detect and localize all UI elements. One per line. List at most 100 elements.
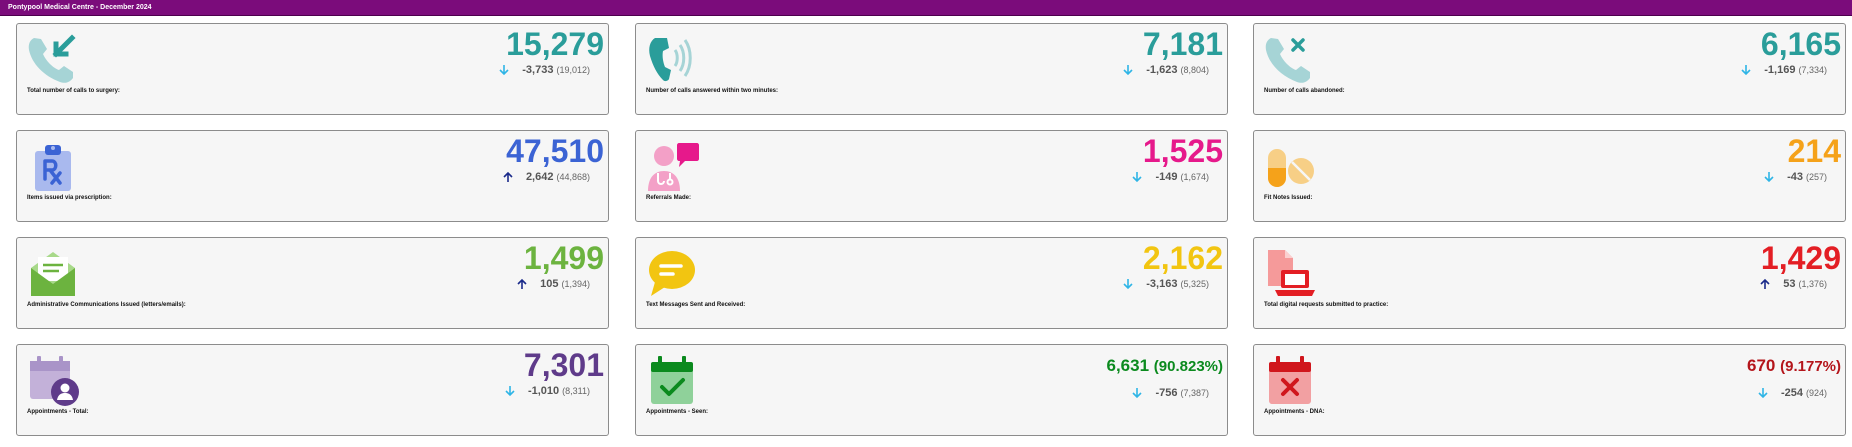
metric-percentage: (9.177%) — [1780, 358, 1841, 375]
metric-value: 214 — [1787, 133, 1841, 169]
metric-label: Total number of calls to surgery: — [27, 88, 120, 94]
metric-previous: (8,311) — [562, 386, 590, 396]
calendar-cross-icon — [1263, 353, 1317, 407]
metric-previous: (1,394) — [561, 279, 590, 289]
arrow-down-icon — [1764, 172, 1774, 183]
card-text-messages: 2,162 -3,163 (5,325) Text Messages Sent … — [635, 237, 1228, 329]
card-appointments-seen: 6,631 (90.823%) -756 (7,387) Appointment… — [635, 344, 1228, 436]
metric-value: 15,279 — [506, 26, 604, 62]
laptop-document-icon — [1263, 246, 1317, 300]
card-referrals: 1,525 -149 (1,674) Referrals Made: — [635, 130, 1228, 222]
arrow-up-icon — [503, 171, 513, 182]
metric-value: 2,162 — [1142, 240, 1223, 276]
metric-delta: 2,642 — [525, 171, 554, 183]
phone-missed-icon — [1263, 32, 1317, 86]
metric-label: Appointments - DNA: — [1264, 409, 1325, 415]
metric-delta: -3,733 — [522, 64, 554, 76]
metric-previous: (1,674) — [1180, 172, 1209, 182]
metric-previous: (7,387) — [1180, 388, 1209, 398]
metric-label: Number of calls answered within two minu… — [646, 88, 779, 94]
metric-change: -254 (924) — [1757, 387, 1827, 399]
metric-label: Appointments - Seen: — [646, 409, 709, 415]
metric-label: Number of calls abandoned: — [1264, 88, 1345, 94]
metric-change: 2,642 (44,868) — [502, 171, 590, 183]
arrow-down-icon — [1123, 65, 1133, 76]
phone-ringing-icon — [645, 32, 699, 86]
metric-change: 53 (1,376) — [1759, 278, 1827, 290]
metric-previous: (8,804) — [1180, 65, 1209, 75]
card-total-calls: 15,279 -3,733 (19,012) Total number of c… — [16, 23, 609, 115]
metric-value: 1,429 — [1760, 240, 1841, 276]
arrow-down-icon — [1758, 388, 1768, 399]
metric-value-number: 6,631 — [1106, 356, 1150, 375]
prescription-clipboard-icon — [26, 139, 80, 193]
arrow-down-icon — [505, 386, 515, 397]
card-calls-abandoned: 6,165 -1,169 (7,334) Number of calls aba… — [1253, 23, 1846, 115]
metric-change: -3,733 (19,012) — [498, 64, 590, 76]
card-appointments-dna: 670 (9.177%) -254 (924) Appointments - D… — [1253, 344, 1846, 436]
metric-previous: (44,868) — [556, 172, 590, 182]
pills-icon — [1263, 139, 1317, 193]
metric-previous: (1,376) — [1798, 279, 1827, 289]
metric-label: Referrals Made: — [646, 195, 692, 201]
metric-change: -1,010 (8,311) — [504, 385, 590, 397]
metric-label: Fit Notes Issued: — [1264, 195, 1313, 201]
metric-value: 7,181 — [1142, 26, 1223, 62]
metric-delta: -1,623 — [1146, 64, 1178, 76]
metrics-grid: 15,279 -3,733 (19,012) Total number of c… — [0, 16, 1852, 447]
metric-value-number: 670 — [1747, 356, 1776, 375]
metric-delta: 53 — [1783, 278, 1796, 290]
card-admin-communications: 1,499 105 (1,394) Administrative Communi… — [16, 237, 609, 329]
arrow-down-icon — [499, 65, 509, 76]
phone-incoming-icon — [26, 32, 80, 86]
metric-delta: -756 — [1155, 387, 1178, 399]
metric-value: 47,510 — [506, 133, 604, 169]
dashboard-title-bar: Pontypool Medical Centre - December 2024 — [0, 0, 1852, 16]
metric-label: Total digital requests submitted to prac… — [1264, 302, 1389, 308]
arrow-up-icon — [517, 278, 527, 289]
metric-change: -1,169 (7,334) — [1740, 64, 1827, 76]
arrow-up-icon — [1760, 278, 1770, 289]
metric-change: -756 (7,387) — [1131, 387, 1209, 399]
metric-delta: -149 — [1155, 171, 1178, 183]
calendar-user-icon — [26, 353, 80, 407]
metric-previous: (19,012) — [556, 65, 590, 75]
metric-change: -149 (1,674) — [1131, 171, 1209, 183]
metric-delta: -254 — [1780, 387, 1803, 399]
metric-value: 1,499 — [523, 240, 604, 276]
metric-change: -43 (257) — [1763, 171, 1827, 183]
doctor-chat-icon — [645, 139, 699, 193]
card-calls-answered: 7,181 -1,623 (8,804) Number of calls ans… — [635, 23, 1228, 115]
metric-delta: -1,010 — [527, 385, 560, 397]
metric-value: 1,525 — [1142, 133, 1223, 169]
metric-label: Administrative Communications Issued (le… — [27, 302, 186, 308]
metric-value: 670 (9.177%) — [1747, 355, 1841, 378]
metric-percentage: (90.823%) — [1153, 358, 1223, 375]
arrow-down-icon — [1132, 388, 1143, 399]
metric-value: 7,301 — [523, 347, 604, 383]
arrow-down-icon — [1741, 65, 1751, 76]
metric-delta: -3,163 — [1146, 278, 1178, 290]
card-prescriptions: 47,510 2,642 (44,868) Items issued via p… — [16, 130, 609, 222]
chat-bubble-icon — [645, 246, 699, 300]
metric-label: Text Messages Sent and Received: — [646, 302, 746, 308]
metric-change: -3,163 (5,325) — [1122, 278, 1209, 290]
card-digital-requests: 1,429 53 (1,376) Total digital requests … — [1253, 237, 1846, 329]
metric-value: 6,631 (90.823%) — [1107, 355, 1224, 378]
metric-label: Appointments - Total: — [27, 409, 89, 415]
envelope-open-icon — [26, 246, 80, 300]
metric-previous: (7,334) — [1798, 65, 1827, 75]
card-fit-notes: 214 -43 (257) Fit Notes Issued: — [1253, 130, 1846, 222]
metric-previous: (924) — [1805, 388, 1827, 398]
metric-value: 6,165 — [1760, 26, 1841, 62]
metric-delta: 105 — [540, 278, 559, 290]
dashboard-title: Pontypool Medical Centre - December 2024 — [8, 4, 152, 11]
metric-delta: -43 — [1787, 171, 1803, 183]
metric-previous: (5,325) — [1180, 279, 1209, 289]
calendar-check-icon — [645, 353, 699, 407]
metric-change: 105 (1,394) — [516, 278, 590, 290]
arrow-down-icon — [1132, 172, 1143, 183]
metric-previous: (257) — [1805, 172, 1827, 182]
metric-delta: -1,169 — [1764, 64, 1796, 76]
metric-change: -1,623 (8,804) — [1122, 64, 1209, 76]
